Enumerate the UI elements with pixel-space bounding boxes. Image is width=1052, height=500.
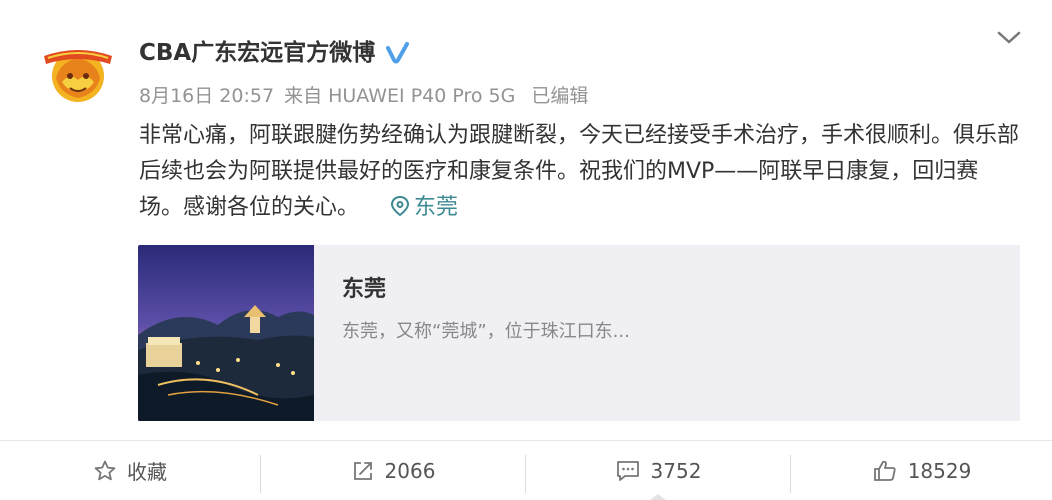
edited-label[interactable]: 已编辑 bbox=[531, 85, 588, 107]
favorite-label: 收藏 bbox=[127, 460, 167, 484]
post-meta: 8月16日 20:57 来自 HUAWEI P40 Pro 5G 已编辑 bbox=[139, 82, 598, 110]
comment-count: 3752 bbox=[650, 458, 702, 483]
location-pin-icon bbox=[391, 195, 410, 217]
post-source: 来自 HUAWEI P40 Pro 5G bbox=[284, 85, 516, 107]
verified-badge-icon bbox=[384, 40, 410, 66]
comment-button[interactable]: 3752 bbox=[526, 441, 790, 500]
repost-count: 2066 bbox=[384, 458, 436, 483]
repost-button[interactable]: 2066 bbox=[261, 441, 525, 500]
location-card-image bbox=[138, 245, 314, 421]
author-name[interactable]: CBA广东宏远官方微博 bbox=[139, 36, 410, 70]
chevron-down-icon[interactable] bbox=[995, 28, 1023, 48]
star-icon bbox=[94, 460, 116, 480]
avatar[interactable] bbox=[40, 42, 116, 104]
action-bar: 收藏 2066 3752 18529 bbox=[0, 441, 1052, 500]
repost-icon bbox=[353, 461, 372, 480]
post-date[interactable]: 8月16日 20:57 bbox=[139, 85, 274, 107]
post-content: 非常心痛，阿联跟腱伤势经确认为跟腱断裂，今天已经接受手术治疗，手术很顺利。俱乐部… bbox=[139, 118, 1019, 226]
location-link[interactable]: 东莞 bbox=[390, 195, 458, 220]
post-text: 非常心痛，阿联跟腱伤势经确认为跟腱断裂，今天已经接受手术治疗，手术很顺利。俱乐部… bbox=[139, 123, 1020, 220]
comment-icon bbox=[616, 460, 639, 481]
author-name-text[interactable]: CBA广东宏远官方微博 bbox=[139, 36, 375, 70]
like-count: 18529 bbox=[907, 458, 972, 483]
location-card-description: 东莞，又称“莞城”，位于珠江口东... bbox=[342, 321, 630, 342]
like-button[interactable]: 18529 bbox=[791, 441, 1052, 500]
thumbs-up-icon bbox=[873, 460, 896, 481]
location-card-title: 东莞 bbox=[342, 277, 387, 302]
location-card[interactable]: 东莞 东莞，又称“莞城”，位于珠江口东... bbox=[138, 245, 1020, 421]
location-label[interactable]: 东莞 bbox=[414, 195, 458, 220]
comment-panel-pointer bbox=[650, 494, 666, 500]
favorite-button[interactable]: 收藏 bbox=[0, 441, 260, 500]
